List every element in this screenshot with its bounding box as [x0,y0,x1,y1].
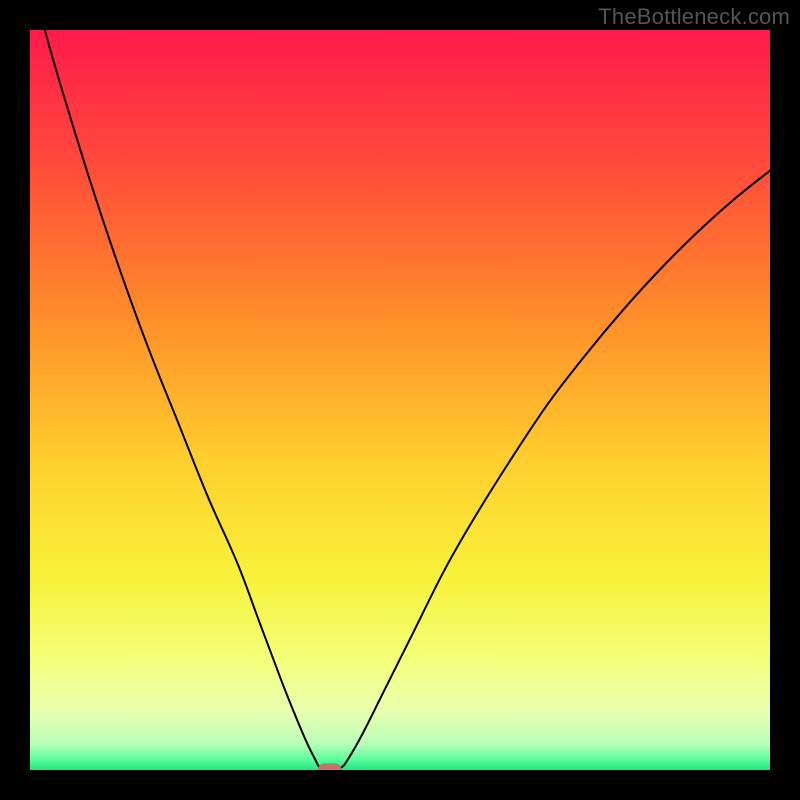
chart-container: TheBottleneck.com [0,0,800,800]
chart-svg [30,30,770,770]
plot-area [30,30,770,770]
watermark-text: TheBottleneck.com [598,4,790,30]
min-marker [318,763,342,770]
